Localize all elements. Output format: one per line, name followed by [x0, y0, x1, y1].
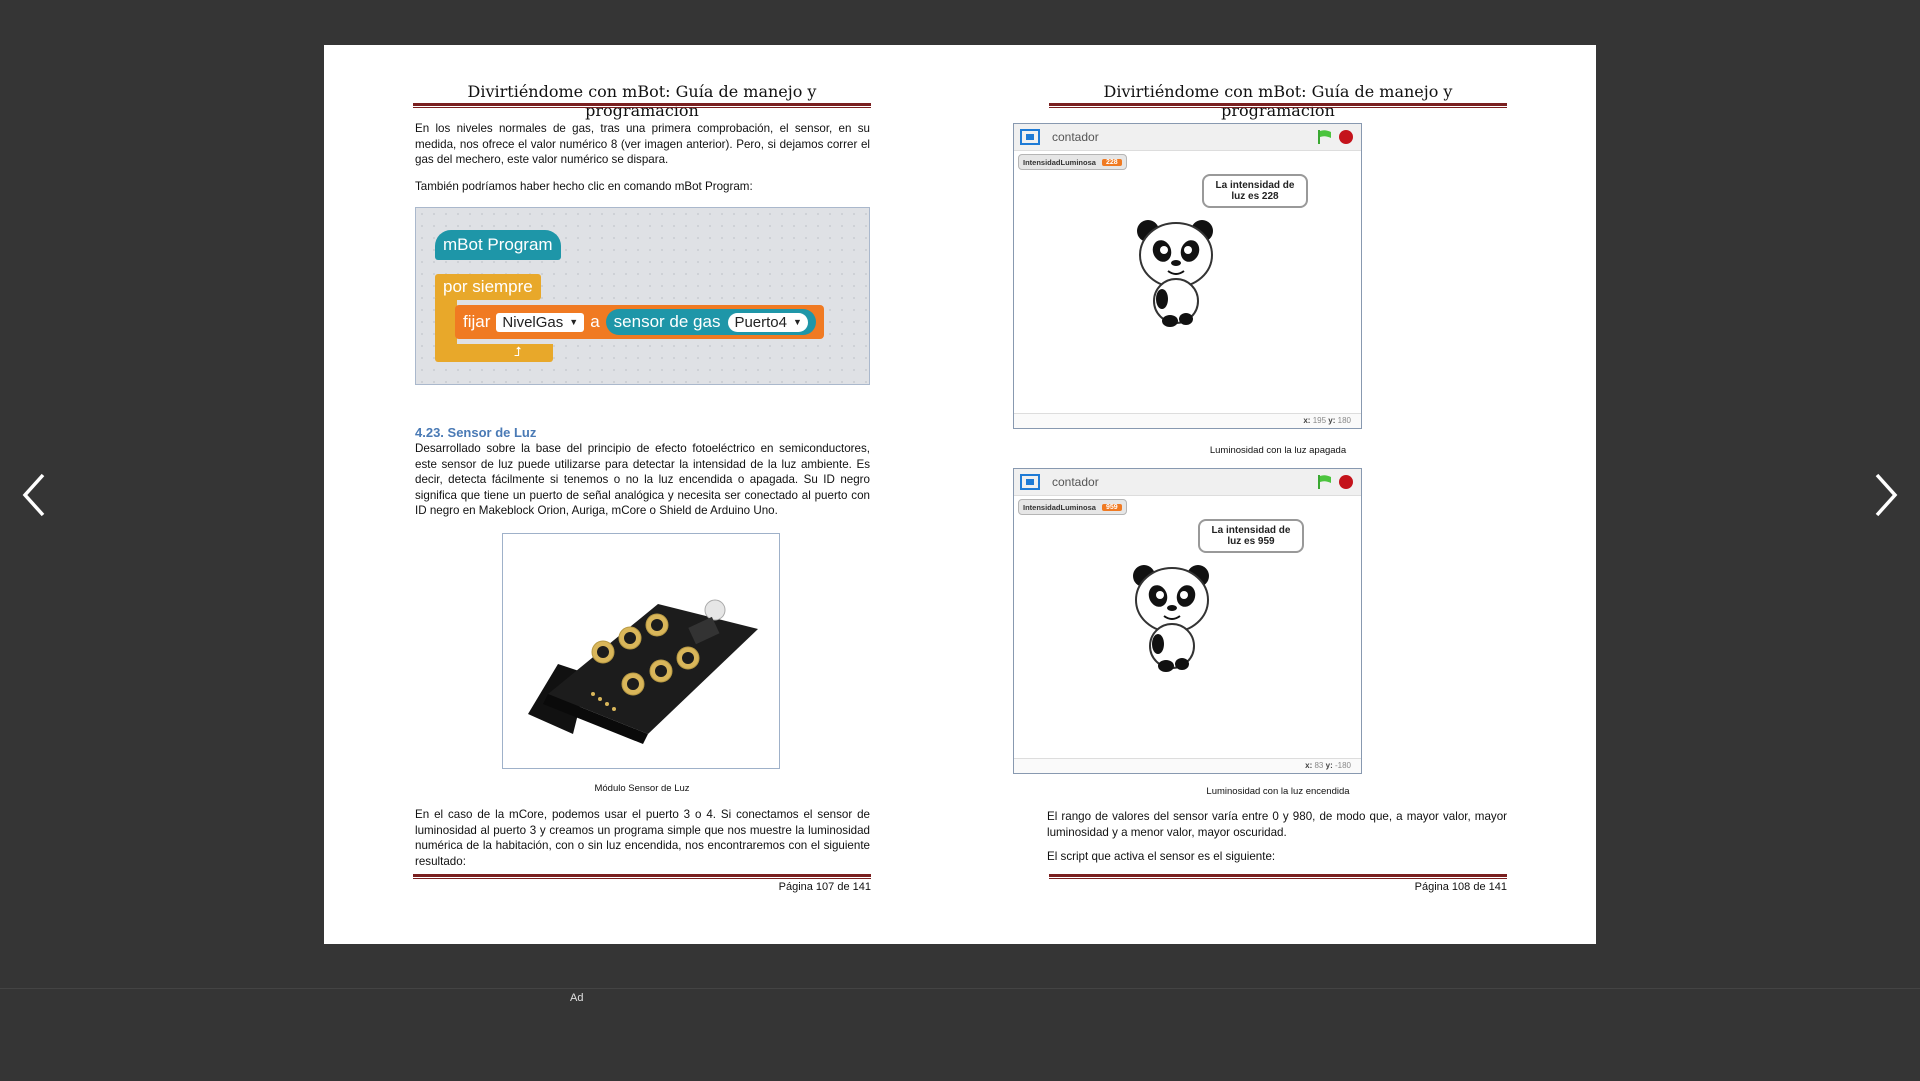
forever-block-bottom: [435, 344, 553, 362]
monitor-value: 228: [1101, 158, 1122, 166]
scratch-stage-light-off: contador IntensidadLuminosa 228 La inten…: [1013, 123, 1362, 429]
stage-toolbar: contador: [1014, 124, 1361, 151]
stop-icon: [1339, 130, 1353, 144]
fullscreen-icon: [1020, 474, 1040, 490]
project-title: contador: [1052, 130, 1099, 144]
ad-bar: [0, 988, 1920, 1081]
to-label: a: [590, 312, 600, 331]
y-value: 180: [1337, 416, 1351, 425]
footer-rule: [413, 874, 871, 879]
mouse-coordinates: x: 83 y: -180: [1014, 758, 1361, 773]
variable-monitor: IntensidadLuminosa 959: [1018, 499, 1127, 515]
y-value: -180: [1334, 761, 1351, 770]
mbot-program-block: mBot Program: [435, 230, 561, 260]
speech-bubble: La intensidad de luz es 228: [1202, 174, 1308, 208]
ad-label: Ad: [570, 992, 584, 1004]
port-name: Puerto4: [734, 313, 787, 331]
paragraph: El rango de valores del sensor varía ent…: [1047, 810, 1507, 839]
section-heading: 4.23. Sensor de Luz: [415, 425, 537, 440]
y-label: y:: [1325, 761, 1333, 770]
mbot-program-blocks-image: mBot Program por siempre ⮥ fijar NivelGa…: [415, 207, 870, 385]
prev-page-button[interactable]: [8, 470, 58, 520]
mouse-coordinates: x: 195 y: 180: [1014, 413, 1361, 428]
x-label: x:: [1303, 416, 1311, 425]
monitor-value: 959: [1101, 503, 1122, 511]
light-sensor-module-image: [528, 599, 758, 744]
light-sensor-photo: [502, 533, 780, 769]
variable-dropdown: NivelGas ▼: [496, 312, 585, 332]
speech-bubble: La intensidad de luz es 959: [1198, 519, 1304, 553]
project-title: contador: [1052, 475, 1099, 489]
x-value: 83: [1314, 761, 1324, 770]
y-label: y:: [1328, 416, 1336, 425]
reporter-label: sensor de gas: [613, 312, 721, 331]
forever-block: por siempre: [435, 274, 541, 300]
page-107: Divirtiéndome con mBot: Guía de manejo y…: [324, 45, 960, 944]
green-flag-icon: [1318, 475, 1331, 489]
monitor-label: IntensidadLuminosa: [1023, 157, 1096, 167]
photo-caption: Módulo Sensor de Luz: [594, 783, 690, 794]
set-variable-block: fijar NivelGas ▼ a sensor de gas Puerto4…: [455, 305, 824, 339]
header-rule: [413, 103, 871, 108]
paragraph: El script que activa el sensor es el sig…: [1047, 850, 1276, 863]
page-header: Divirtiéndome con mBot: Guía de manejo y…: [1103, 82, 1453, 120]
header-rule: [1049, 103, 1507, 108]
green-flag-icon: [1318, 130, 1331, 144]
set-label: fijar: [463, 312, 491, 331]
x-value: 195: [1312, 416, 1327, 425]
next-page-button[interactable]: [1862, 470, 1912, 520]
monitor-label: IntensidadLuminosa: [1023, 502, 1096, 512]
x-label: x:: [1305, 761, 1313, 770]
dropdown-arrow-icon: ▼: [793, 317, 802, 327]
document-spread: Divirtiéndome con mBot: Guía de manejo y…: [324, 45, 1596, 944]
scratch-stage-light-on: contador IntensidadLuminosa 959 La inten…: [1013, 468, 1362, 774]
gas-sensor-reporter: sensor de gas Puerto4 ▼: [605, 309, 816, 335]
stage-caption: Luminosidad con la luz encendida: [1206, 786, 1350, 797]
paragraph: También podríamos haber hecho clic en co…: [415, 180, 753, 193]
page-108: Divirtiéndome con mBot: Guía de manejo y…: [960, 45, 1596, 944]
dropdown-arrow-icon: ▼: [569, 317, 579, 327]
stage-toolbar: contador: [1014, 469, 1361, 496]
chevron-left-icon: [22, 473, 45, 517]
stage-caption: Luminosidad con la luz apagada: [1209, 445, 1347, 456]
stop-icon: [1339, 475, 1353, 489]
paragraph: Desarrollado sobre la base del principio…: [415, 442, 870, 518]
panda-sprite-icon: [1137, 220, 1213, 327]
loop-arrow-icon: ⮥: [514, 344, 522, 359]
paragraph: En los niveles normales de gas, tras una…: [415, 122, 870, 167]
paragraph: En el caso de la mCore, podemos usar el …: [415, 808, 870, 868]
variable-name: NivelGas: [502, 313, 564, 331]
port-dropdown: Puerto4 ▼: [728, 312, 808, 332]
fullscreen-icon: [1020, 129, 1040, 145]
chevron-right-icon: [1875, 473, 1898, 517]
variable-monitor: IntensidadLuminosa 228: [1018, 154, 1127, 170]
panda-sprite-icon: [1133, 565, 1209, 672]
footer-rule: [1049, 874, 1507, 879]
page-number: Página 107 de 141: [778, 881, 871, 893]
forever-block-side: [435, 298, 457, 348]
page-header: Divirtiéndome con mBot: Guía de manejo y…: [467, 82, 817, 120]
page-number: Página 108 de 141: [1414, 881, 1507, 893]
